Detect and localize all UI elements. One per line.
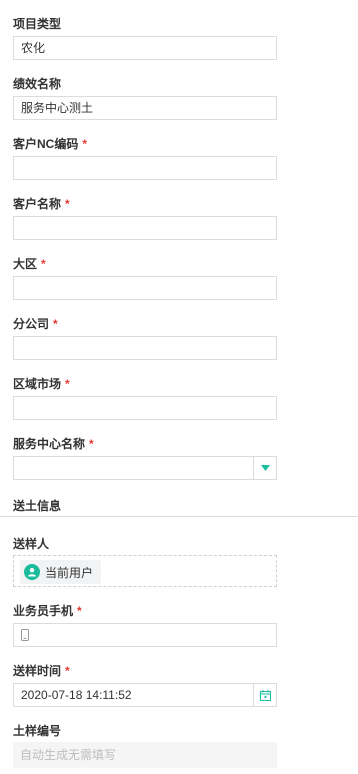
current-user-text: 当前用户	[45, 565, 94, 580]
sender-picker[interactable]: 当前用户	[13, 555, 277, 587]
regional-market-input[interactable]	[13, 396, 277, 420]
send-time-input[interactable]: 2020-07-18 14:11:52	[13, 683, 277, 707]
branch-company-label: 分公司 *	[13, 317, 58, 331]
user-icon	[24, 564, 40, 580]
salesman-phone-label: 业务员手机 *	[13, 604, 82, 618]
performance-name-label-text: 绩效名称	[13, 77, 62, 91]
section-divider	[0, 516, 358, 517]
project-type-label: 项目类型	[13, 17, 61, 31]
region-label: 大区 *	[13, 257, 46, 271]
dropdown-toggle[interactable]	[253, 457, 276, 479]
calendar-button[interactable]	[253, 684, 276, 706]
current-user-chip[interactable]: 当前用户	[20, 560, 102, 584]
required-mark: *	[82, 137, 88, 151]
send-time-value: 2020-07-18 14:11:52	[21, 688, 132, 702]
region-input[interactable]	[13, 276, 277, 300]
sender-label-text: 送样人	[13, 537, 50, 551]
required-mark: *	[65, 377, 70, 391]
salesman-phone-label-text: 业务员手机	[13, 604, 74, 618]
customer-name-input[interactable]	[13, 216, 277, 240]
soil-info-section-title: 送土信息	[13, 499, 62, 513]
customer-nc-code-label-text: 客户NC编码	[13, 137, 79, 151]
branch-company-label-text: 分公司	[13, 317, 50, 331]
regional-market-label-text: 区域市场	[13, 377, 62, 391]
customer-nc-code-input[interactable]	[13, 156, 277, 180]
project-type-field[interactable]: 农化	[13, 36, 277, 60]
service-center-name-label-text: 服务中心名称	[13, 437, 86, 451]
customer-name-label: 客户名称 *	[13, 197, 70, 211]
customer-name-label-text: 客户名称	[13, 197, 62, 211]
required-mark: *	[53, 317, 58, 331]
branch-company-input[interactable]	[13, 336, 277, 360]
performance-name-field[interactable]: 服务中心测土	[13, 96, 277, 120]
required-mark: *	[65, 664, 70, 678]
soil-number-label: 土样编号	[13, 724, 61, 738]
salesman-phone-input[interactable]	[13, 623, 277, 647]
project-type-label-text: 项目类型	[13, 17, 62, 31]
send-time-label: 送样时间 *	[13, 664, 70, 678]
service-center-name-label: 服务中心名称 *	[13, 437, 94, 451]
performance-name-label: 绩效名称	[13, 77, 61, 91]
calendar-icon	[259, 689, 271, 701]
soil-number-field: 自动生成无需填写	[13, 742, 277, 768]
service-center-name-select[interactable]	[13, 456, 277, 480]
sender-label: 送样人	[13, 537, 49, 551]
required-mark: *	[77, 604, 82, 618]
region-label-text: 大区	[13, 257, 38, 271]
caret-down-icon	[260, 465, 270, 471]
regional-market-label: 区域市场 *	[13, 377, 70, 391]
soil-number-label-text: 土样编号	[13, 724, 62, 738]
send-time-label-text: 送样时间	[13, 664, 62, 678]
phone-icon	[21, 629, 29, 641]
required-mark: *	[41, 257, 46, 271]
customer-nc-code-label: 客户NC编码 *	[13, 137, 87, 151]
required-mark: *	[65, 197, 70, 211]
required-mark: *	[89, 437, 94, 451]
